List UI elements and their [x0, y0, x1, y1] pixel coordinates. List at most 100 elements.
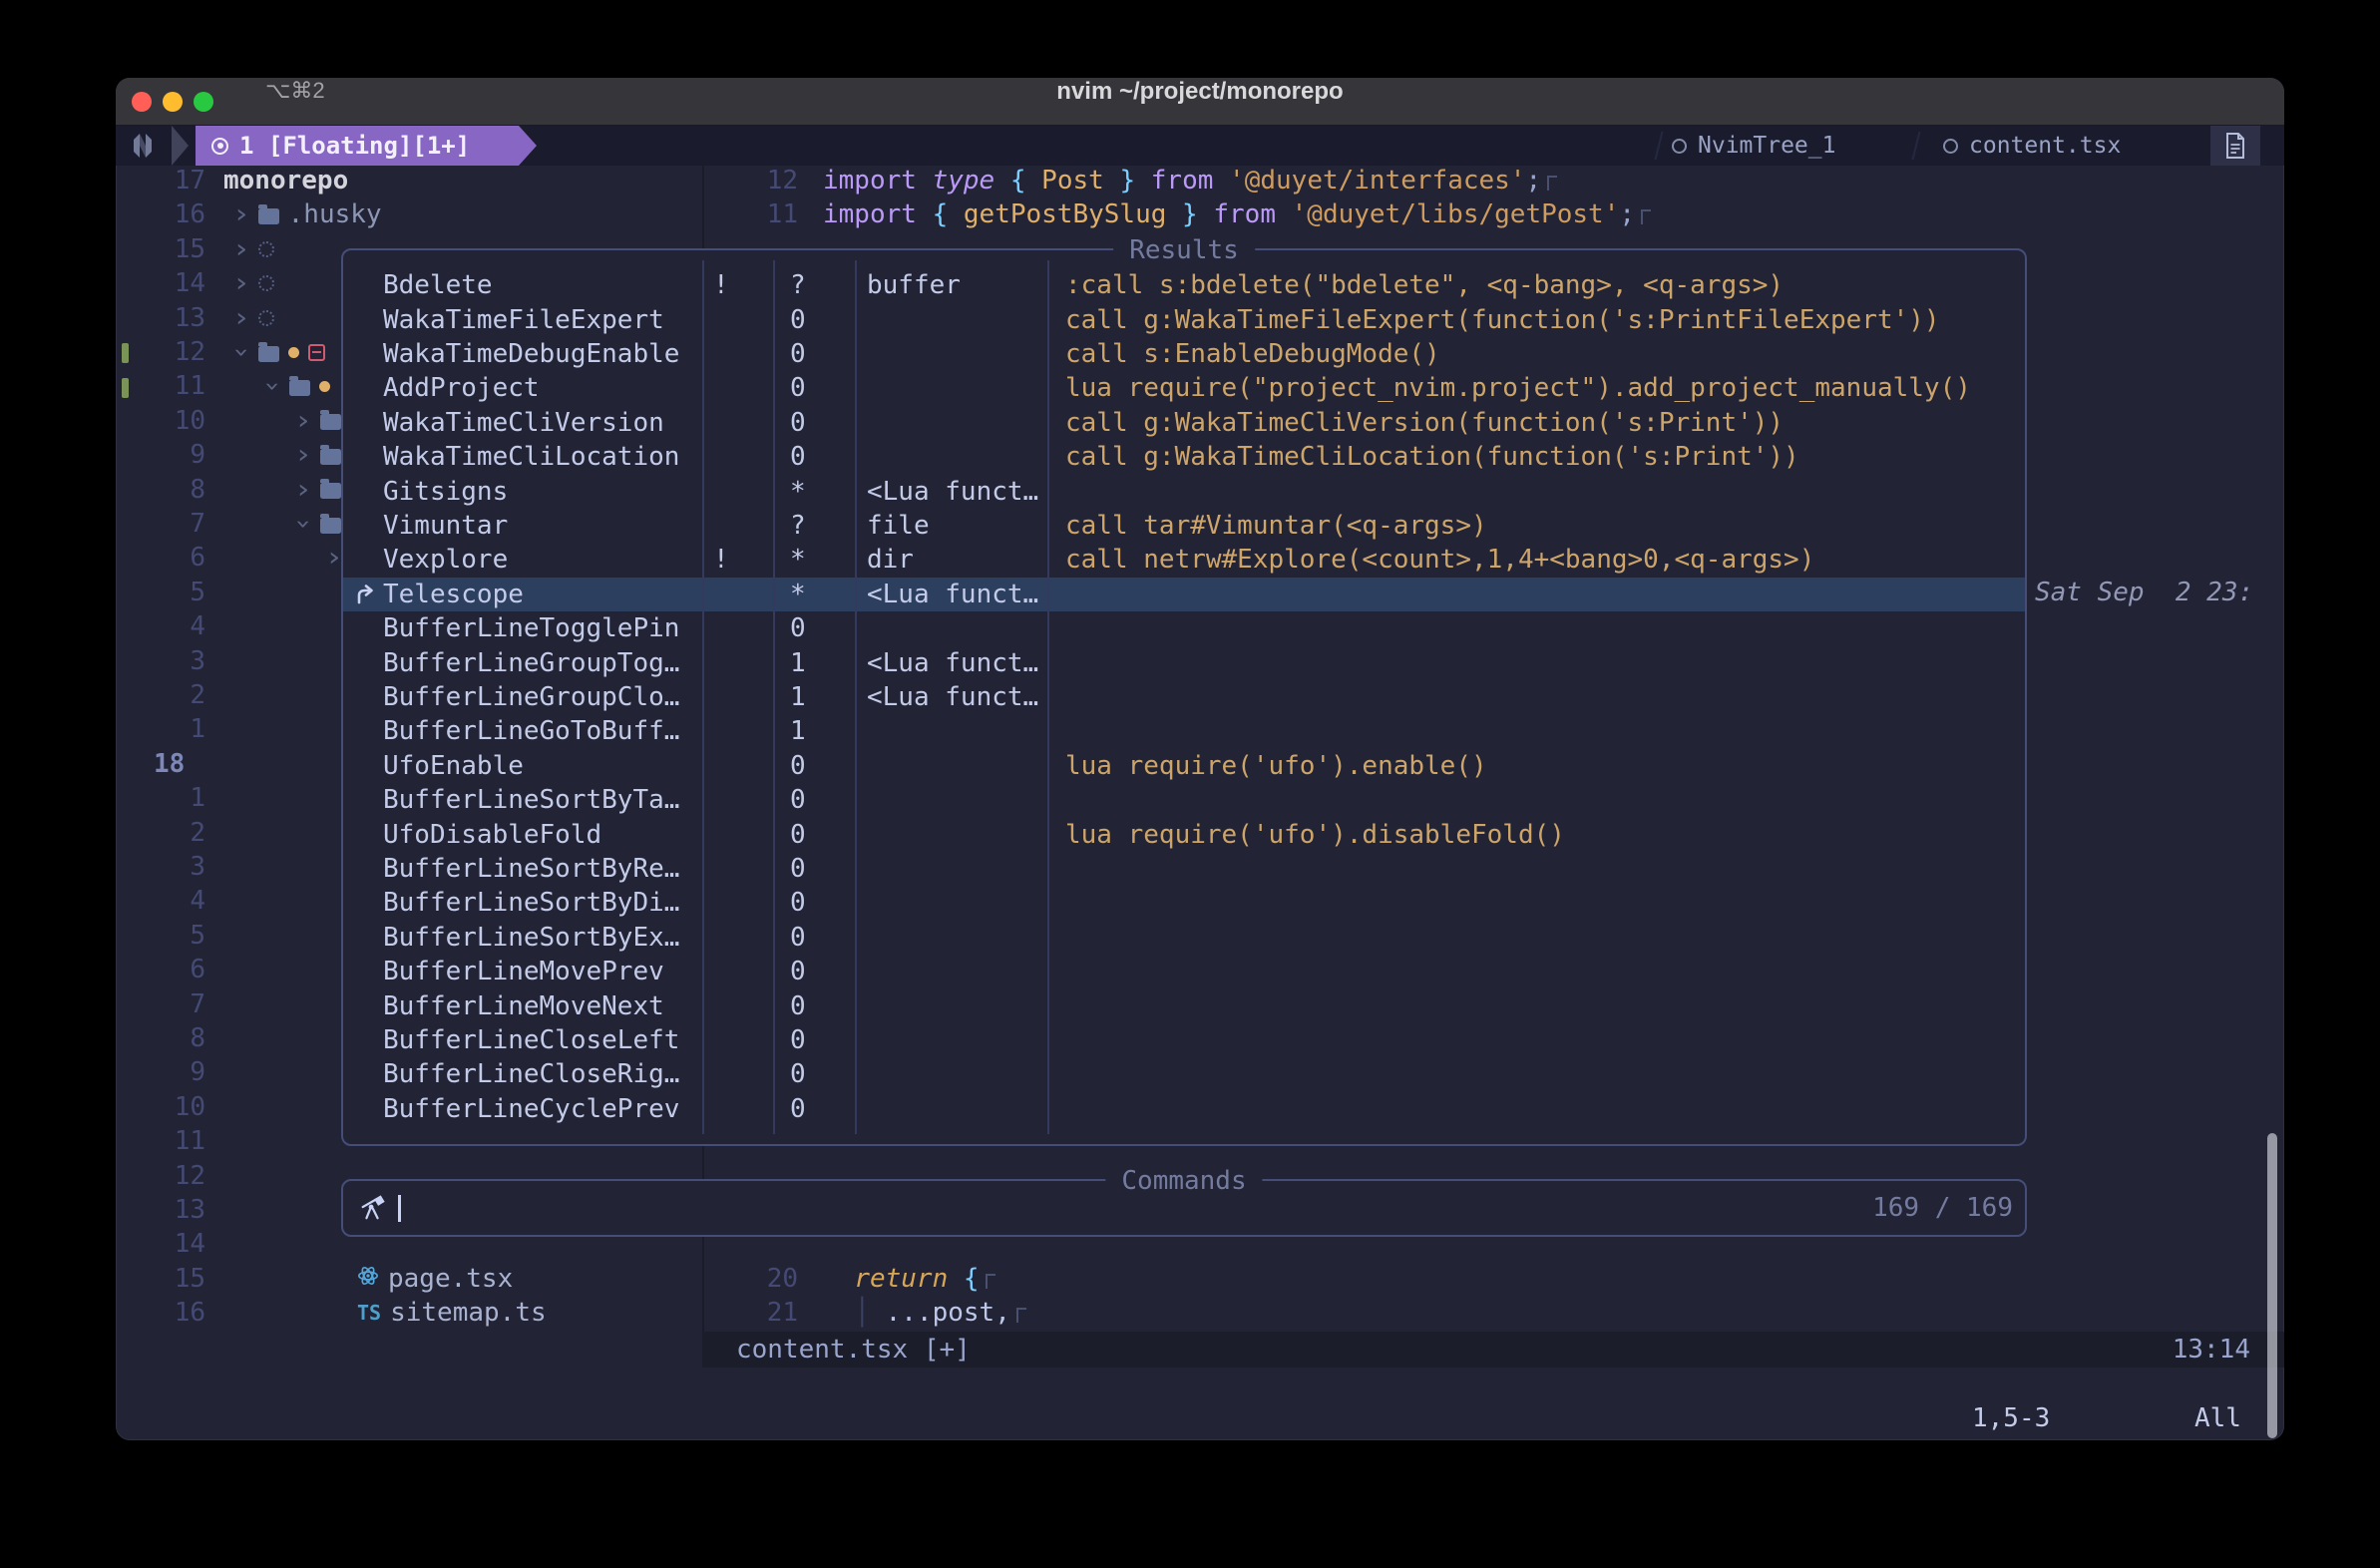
results-row[interactable]: Telescope*<Lua funct… [343, 578, 2025, 611]
line-number: 6 [144, 953, 205, 986]
folder-icon [320, 449, 341, 465]
results-row[interactable]: BufferLineMovePrev 0 [343, 955, 2025, 988]
results-row[interactable]: BufferLineCyclePrev0 [343, 1092, 2025, 1126]
results-row[interactable]: WakaTimeCliVersion 0 call g:WakaTimeCliVer… [343, 406, 2025, 440]
results-cell-definition: :call s:bdelete("bdelete", <q-bang>, <q-… [1047, 270, 2025, 300]
results-cell-count: 0 [773, 373, 855, 403]
code-line[interactable]: 20 return { [116, 1262, 2284, 1296]
folder-dim-icon [258, 275, 274, 291]
results-row[interactable]: BufferLineCloseRig…0 [343, 1057, 2025, 1091]
code-line[interactable]: 12import type { Post } from '@duyet/inte… [116, 164, 2284, 197]
results-row[interactable]: WakaTimeCliLocation 0 call g:WakaTimeCliLo… [343, 440, 2025, 474]
results-cell-name: BufferLineSortByRe… [343, 854, 702, 884]
results-row[interactable]: Vimuntar?filecall tar#Vimuntar(<q-args>) [343, 509, 2025, 543]
results-row[interactable]: AddProject0lua require("project_nvim.pro… [343, 371, 2025, 405]
tab-floating[interactable]: 1 [Floating][1+] [196, 126, 519, 166]
prompt-input[interactable]: 169 / 169 [343, 1181, 2025, 1235]
results-cell-name: BufferLineGoToBuff… [343, 716, 702, 746]
line-number: 8 [144, 473, 205, 507]
line-number: 21 [734, 1296, 798, 1330]
results-cell-name: BufferLineGroupTog… [343, 648, 702, 678]
results-cell-name: BufferLineMovePrev [343, 957, 702, 986]
results-cell-type: dir [855, 545, 1047, 575]
line-number: 2 [144, 678, 205, 712]
results-row[interactable]: WakaTimeFileExpert0call g:WakaTimeFileEx… [343, 302, 2025, 336]
results-row[interactable]: BufferLineGoToBuff…1 [343, 714, 2025, 748]
results-row[interactable]: BufferLineSortByDi…0 [343, 886, 2025, 920]
tab-nvimtree-label: NvimTree_1 [1698, 133, 1835, 159]
results-row[interactable]: BufferLineCloseLeft0 [343, 1023, 2025, 1057]
results-cell-definition: lua require('ufo').disableFold() [1047, 820, 2025, 850]
titlebar[interactable]: ⌥⌘2 nvim ~/project/monorepo [116, 78, 2284, 126]
line-number: 7 [144, 987, 205, 1021]
results-cell-type: <Lua funct… [855, 648, 1047, 678]
eol-icon [1641, 209, 1651, 224]
line-number: 4 [144, 609, 205, 643]
statusline-clock: Sat Sep 2 23: [2035, 576, 2253, 609]
results-cell-count: 0 [773, 442, 855, 472]
results-cell-definition: call g:WakaTimeCliLocation(function('s:P… [1047, 442, 2025, 472]
results-cell-name: WakaTimeCliVersion [343, 408, 702, 438]
results-cell-name: BufferLineTogglePin [343, 613, 702, 643]
results-row[interactable]: Bdelete!?buffer:call s:bdelete("bdelete"… [343, 268, 2025, 302]
telescope-icon [359, 1195, 385, 1221]
line-number: 10 [144, 1090, 205, 1124]
results-cell-name: BufferLineCyclePrev [343, 1094, 702, 1124]
tab-divider [1655, 132, 1664, 160]
results-cell-count: 0 [773, 613, 855, 643]
results-cell-count: 0 [773, 888, 855, 918]
line-number: 12 [734, 164, 798, 197]
results-cell-definition: call s:EnableDebugMode() [1047, 339, 2025, 369]
results-row[interactable]: UfoEnable0lua require('ufo').enable() [343, 749, 2025, 783]
folder-icon [258, 346, 279, 362]
statusline: content.tsx [+] 13:14 [702, 1332, 2284, 1368]
results-cell-definition: lua require('ufo').enable() [1047, 751, 2025, 781]
results-cell-definition: call g:WakaTimeCliVersion(function('s:Pr… [1047, 408, 2025, 438]
results-row[interactable]: BufferLineSortByRe…0 [343, 852, 2025, 886]
line-number: 18 [154, 747, 215, 781]
results-row[interactable]: BufferLineGroupTog…1<Lua funct… [343, 645, 2025, 679]
git-sign [122, 343, 129, 363]
results-cell-count: 0 [773, 1059, 855, 1089]
results-cell-name: WakaTimeDebugEnable [343, 339, 702, 369]
results-cell-name: BufferLineGroupClo… [343, 682, 702, 712]
column-divider [855, 260, 857, 1134]
results-row[interactable]: BufferLineTogglePin 0 [343, 611, 2025, 645]
results-cell-count: 0 [773, 957, 855, 986]
results-row[interactable]: BufferLineSortByTa…0 [343, 783, 2025, 817]
results-cell-count: 0 [773, 408, 855, 438]
results-cell-name: Telescope [343, 580, 702, 609]
folder-icon [320, 483, 341, 499]
line-number: 11 [144, 369, 205, 403]
code-line[interactable]: 21 │ ...post, [116, 1296, 2284, 1330]
line-number: 15 [144, 232, 205, 266]
column-divider [1047, 260, 1049, 1134]
results-row[interactable]: BufferLineMoveNext0 [343, 988, 2025, 1022]
tab-nvimtree[interactable]: NvimTree_1 [1672, 126, 1835, 166]
results-cell-count: 0 [773, 751, 855, 781]
buffer-list-button[interactable] [2210, 126, 2260, 166]
eol-icon [986, 1274, 995, 1289]
results-cell-definition: call tar#Vimuntar(<q-args>) [1047, 511, 2025, 541]
eol-icon [1016, 1308, 1026, 1323]
results-row[interactable]: BufferLineGroupClo…1<Lua funct… [343, 680, 2025, 714]
tab-content-tsx[interactable]: content.tsx [1943, 126, 2121, 166]
results-row[interactable]: UfoDisableFold0lua require('ufo').disabl… [343, 817, 2025, 851]
results-row[interactable]: BufferLineSortByEx…0 [343, 921, 2025, 955]
results-row[interactable]: Gitsigns*<Lua funct… [343, 474, 2025, 508]
column-divider [773, 260, 775, 1134]
results-cell-definition: call g:WakaTimeFileExpert(function('s:Pr… [1047, 305, 2025, 335]
results-cell-name: WakaTimeCliLocation [343, 442, 702, 472]
line-number: 2 [144, 816, 205, 850]
results-row[interactable]: Vexplore!*dircall netrw#Explore(<count>,… [343, 543, 2025, 577]
code-line[interactable]: 11import { getPostBySlug } from '@duyet/… [116, 197, 2284, 231]
scrollbar-thumb[interactable] [2267, 1133, 2277, 1438]
telescope-prompt-window[interactable]: Commands 169 / 169 [341, 1179, 2027, 1237]
results-cell-name: Vexplore [343, 545, 702, 575]
results-row[interactable]: WakaTimeDebugEnable0call s:EnableDebugMo… [343, 337, 2025, 371]
chevron-open-icon: › [224, 344, 258, 360]
results-cell-count: * [773, 580, 855, 609]
folder-icon [320, 518, 341, 534]
chevron-open-icon: › [255, 379, 289, 395]
file-icon [2225, 133, 2245, 159]
